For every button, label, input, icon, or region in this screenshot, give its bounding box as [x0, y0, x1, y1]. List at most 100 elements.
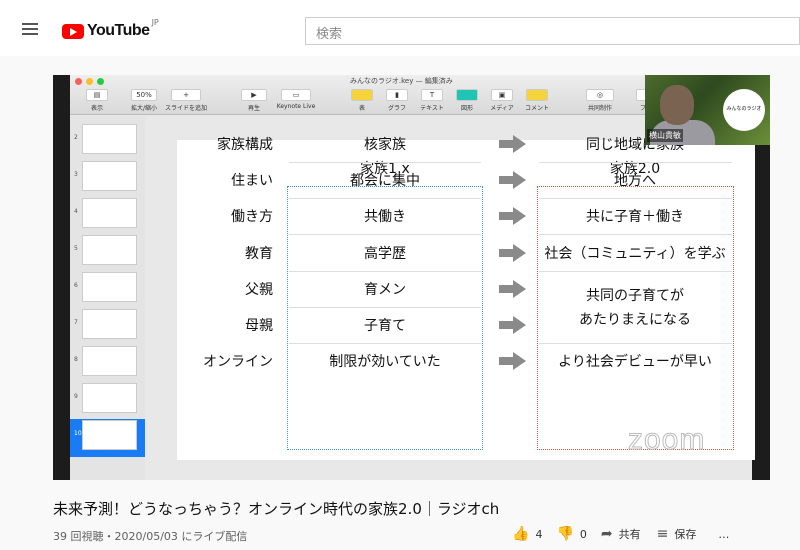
search-input[interactable]: 検索	[305, 17, 800, 45]
divider	[539, 271, 732, 272]
toolbar-icon: ◎	[586, 89, 614, 101]
toolbar-4-button[interactable]: ▭ Keynote Live	[275, 89, 317, 110]
toolbar-6-button[interactable]: ▮ グラフ	[380, 89, 414, 112]
window-title: みんなのラジオ.key — 編集済み	[350, 77, 453, 85]
more-button[interactable]: …	[718, 528, 729, 541]
share-icon[interactable]: ➦	[601, 526, 613, 542]
toolbar-label: スライドを追加	[165, 105, 208, 112]
maximize-icon	[97, 78, 104, 85]
divider	[539, 162, 732, 163]
divider	[289, 343, 481, 344]
family-2-value: あたりまえになる	[579, 312, 691, 328]
video-player[interactable]: みんなのラジオ.key — 編集済み ▤ 表示 50% 拡大/縮小 + スライドを追加 ▶ 再…	[53, 75, 770, 480]
thumbs-up-icon[interactable]: 👍	[512, 526, 529, 542]
toolbar-icon: T	[421, 89, 443, 101]
slide-number: 9	[74, 393, 78, 400]
slide-number: 7	[74, 319, 78, 326]
arrow-right-icon	[499, 171, 527, 189]
toolbar-1-button[interactable]: 50% 拡大/縮小	[125, 89, 163, 112]
row-label: 住まい	[231, 173, 273, 189]
toolbar-3-button[interactable]: ▶ 再生	[235, 89, 273, 112]
toolbar-label: 拡大/縮小	[130, 105, 158, 112]
divider	[539, 198, 732, 199]
divider	[289, 198, 481, 199]
participant-name: 横山貴敏	[647, 129, 683, 142]
slide-thumbnail[interactable]	[82, 420, 137, 450]
toolbar-2-button[interactable]: + スライドを追加	[165, 89, 207, 112]
row-label: 教育	[245, 246, 273, 262]
toolbar-label: コメント	[524, 105, 549, 112]
row-label: 家族構成	[217, 137, 273, 153]
divider	[289, 234, 481, 235]
divider	[289, 307, 481, 308]
video-actions: 👍 4 👎 0 ➦ 共有 ≡ 保存 …	[512, 526, 735, 542]
slide-canvas: 家族1.x 家族2.0 家族構成 核家族 同じ地域に家族 住まい 都会に集中 地方…	[177, 135, 755, 460]
row-label: 父親	[245, 282, 273, 298]
slide-thumbnail[interactable]	[82, 346, 137, 376]
family-1x-value: 都会に集中	[350, 173, 420, 189]
toolbar-label: Keynote Live	[276, 103, 316, 110]
row-label: 働き方	[231, 209, 273, 225]
arrow-right-icon	[499, 244, 527, 262]
arrow-right-icon	[499, 280, 527, 298]
video-meta: 39 回視聴・2020/05/03 にライブ配信	[53, 530, 248, 543]
playlist-add-icon[interactable]: ≡	[657, 526, 669, 542]
family-2-value: より社会デビューが早い	[558, 354, 712, 370]
toolbar-icon	[351, 89, 373, 101]
toolbar-icon: +	[171, 89, 201, 101]
share-button[interactable]: 共有	[619, 526, 641, 542]
thumbs-down-icon[interactable]: 👎	[556, 526, 573, 542]
row-label: 母親	[245, 318, 273, 334]
toolbar-label: 表示	[90, 105, 103, 112]
region-label: JP	[151, 18, 159, 27]
slide-number: 6	[74, 282, 78, 289]
divider	[539, 234, 732, 235]
slide-number: 3	[74, 171, 78, 178]
toolbar-7-button[interactable]: T テキスト	[415, 89, 449, 112]
toolbar-10-button[interactable]: コメント	[520, 89, 554, 112]
family-1x-value: 制限が効いていた	[329, 354, 441, 370]
divider	[289, 162, 481, 163]
toolbar-9-button[interactable]: ▣ メディア	[485, 89, 519, 112]
toolbar-8-button[interactable]: 図形	[450, 89, 484, 112]
slide-thumbnail[interactable]	[82, 198, 137, 228]
family-2-value: 社会（コミュニティ）を学ぶ	[544, 246, 726, 262]
arrow-right-icon	[499, 207, 527, 225]
youtube-play-icon	[62, 23, 84, 39]
toolbar-icon: ▮	[386, 89, 408, 101]
hamburger-menu-icon[interactable]	[22, 23, 38, 35]
slide-thumbnail[interactable]	[82, 383, 137, 413]
toolbar-0-button[interactable]: ▤ 表示	[80, 89, 114, 112]
family-2-value: 地方へ	[614, 173, 656, 189]
dislike-count[interactable]: 0	[580, 528, 587, 541]
toolbar-11-button[interactable]: ◎ 共同制作	[580, 89, 620, 112]
save-button[interactable]: 保存	[674, 526, 696, 542]
row-label: オンライン	[203, 354, 273, 370]
slide-thumbnail[interactable]	[82, 272, 137, 302]
youtube-logo[interactable]: YouTube JP	[62, 18, 159, 40]
toolbar-icon: ▤	[86, 89, 108, 101]
slide-thumbnail[interactable]	[82, 235, 137, 265]
slide-thumbnail[interactable]	[82, 124, 137, 154]
toolbar-5-button[interactable]: 表	[345, 89, 379, 112]
family-2-value: 共に子育＋働き	[586, 209, 684, 225]
family-1x-value: 共働き	[364, 209, 406, 225]
like-count[interactable]: 4	[535, 528, 542, 541]
toolbar-icon	[456, 89, 478, 101]
slide-thumbnail[interactable]	[82, 161, 137, 191]
slide-number: 8	[74, 356, 78, 363]
arrow-right-icon	[499, 135, 527, 153]
toolbar-icon	[526, 89, 548, 101]
divider	[289, 271, 481, 272]
toolbar-label: 再生	[247, 105, 260, 112]
family-1x-value: 核家族	[364, 137, 406, 153]
arrow-right-icon	[499, 352, 527, 370]
toolbar-label: 図形	[460, 105, 473, 112]
slide-number: 5	[74, 245, 78, 252]
toolbar-label: 表	[358, 105, 365, 112]
radio-logo: みんなのラジオ	[723, 89, 765, 131]
toolbar-icon: ▶	[241, 89, 267, 101]
person-face	[660, 85, 694, 125]
slide-thumbnail[interactable]	[82, 309, 137, 339]
video-title: 未来予測！どうなっちゃう？オンライン時代の家族2.0｜ラジオch	[53, 500, 500, 518]
